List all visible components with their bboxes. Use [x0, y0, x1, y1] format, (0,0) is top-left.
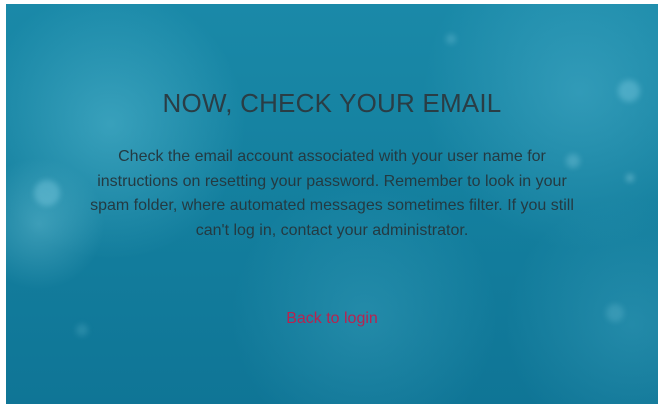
back-to-login-link[interactable]: Back to login — [6, 309, 658, 329]
page-title: NOW, CHECK YOUR EMAIL — [162, 88, 502, 118]
instructions-text: Check the email account associated with … — [90, 148, 574, 239]
background-bokeh — [34, 180, 60, 206]
background-bokeh — [626, 174, 634, 182]
email-sent-panel: NOW, CHECK YOUR EMAIL Check the email ac… — [6, 4, 658, 404]
background-bokeh — [446, 34, 456, 44]
